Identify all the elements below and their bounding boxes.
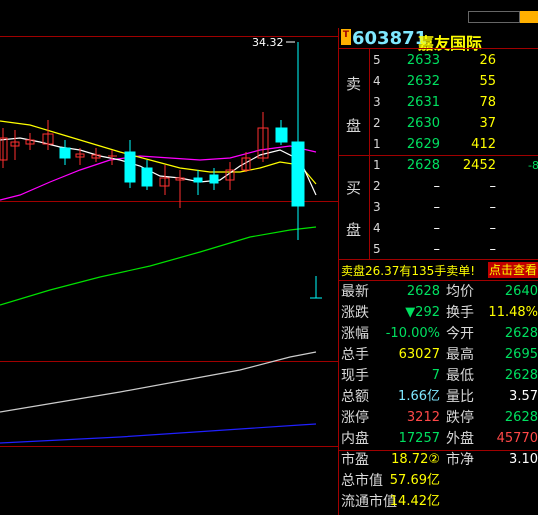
stat-value: 1.66亿	[398, 389, 440, 404]
order-volume: –	[489, 242, 497, 257]
stat-label: 最高	[446, 347, 474, 363]
stat-label: 涨停	[341, 410, 369, 426]
stat-value: 2628	[406, 284, 440, 299]
view-details-button[interactable]: 点击查看	[488, 262, 538, 278]
order-price: 2632	[406, 74, 440, 89]
fundamental-value: 14.42亿	[389, 494, 440, 509]
candlestick-chart[interactable]: 34.32	[0, 0, 338, 515]
stat-label: 量比	[446, 389, 474, 405]
stat-value: 7	[431, 368, 440, 383]
order-level: 5	[373, 53, 381, 67]
stat-label: 总手	[341, 347, 369, 363]
order-volume: 78	[479, 95, 496, 110]
stat-label: 内盘	[341, 431, 369, 447]
stat-value: 2628	[504, 326, 538, 341]
stat-label: 最新	[341, 284, 369, 300]
stat-label: 总额	[341, 389, 369, 405]
stat-label: 换手	[446, 305, 474, 321]
order-level: 4	[373, 221, 381, 235]
stat-label: 涨跌	[341, 305, 369, 321]
order-volume: 37	[479, 116, 496, 131]
order-price: –	[433, 179, 441, 194]
order-volume: –	[489, 221, 497, 236]
order-volume: 55	[479, 74, 496, 89]
order-level: 3	[373, 95, 381, 109]
ma60-line	[0, 226, 317, 306]
stat-label: 跌停	[446, 410, 474, 426]
order-level: 5	[373, 242, 381, 256]
fundamental-label: 总市值	[341, 473, 383, 489]
stat-label: 今开	[446, 326, 474, 342]
order-price: 2629	[406, 137, 440, 152]
order-level: 1	[373, 137, 381, 151]
order-price: 2631	[406, 95, 440, 110]
order-price: 2633	[406, 53, 440, 68]
order-level: 2	[373, 116, 381, 130]
sell-alert-message: 卖盘26.37有135手卖单!	[341, 264, 476, 278]
order-level: 2	[373, 179, 381, 193]
stat-value: 11.48%	[488, 305, 538, 320]
stat-label: 最低	[446, 368, 474, 384]
fundamental-label: 市净	[446, 452, 474, 468]
buy-label: 盘	[346, 221, 362, 239]
candle-down	[59, 42, 305, 240]
stat-label: 现手	[341, 368, 369, 384]
candles	[0, 42, 305, 240]
order-volume: 412	[471, 137, 496, 152]
order-level: 3	[373, 200, 381, 214]
stat-value: 3212	[406, 410, 440, 425]
fundamental-value: 57.69亿	[389, 473, 440, 488]
order-price: 2628	[406, 158, 440, 173]
fundamental-value: 3.10	[509, 452, 538, 467]
stat-value: 17257	[398, 431, 440, 446]
toolbar-box	[468, 11, 520, 23]
stat-label: 均价	[446, 284, 474, 300]
stat-value: 2640	[504, 284, 538, 299]
sell-label: 卖	[346, 75, 362, 93]
stat-label: 外盘	[446, 431, 474, 447]
order-volume: 26	[479, 53, 496, 68]
divider	[369, 48, 370, 259]
fundamental-value: 18.72②	[391, 452, 440, 467]
buy-label: 买	[346, 179, 362, 197]
stat-value: -10.00%	[385, 326, 440, 341]
stat-value: ▼292	[405, 305, 440, 320]
order-change: -8	[528, 159, 538, 172]
sell-label: 盘	[346, 117, 362, 135]
ma250-line	[0, 423, 317, 444]
fundamental-label: 市盈	[341, 452, 369, 468]
peak-label: 34.32	[252, 36, 284, 49]
divider	[339, 280, 538, 281]
order-price: –	[433, 200, 441, 215]
stat-value: 2628	[504, 368, 538, 383]
order-price: –	[433, 221, 441, 236]
stat-value: 63027	[398, 347, 440, 362]
order-price: –	[433, 242, 441, 257]
order-volume: 2452	[462, 158, 496, 173]
order-level: 4	[373, 74, 381, 88]
divider	[339, 259, 538, 260]
order-volume: –	[489, 200, 497, 215]
order-price: 2630	[406, 116, 440, 131]
stat-value: 2628	[504, 410, 538, 425]
ma5-line	[0, 137, 317, 196]
ma20-line	[0, 145, 317, 201]
order-level: 1	[373, 158, 381, 172]
stat-value: 3.57	[509, 389, 538, 404]
toolbar-indicator	[520, 11, 538, 23]
stat-value: 45770	[496, 431, 538, 446]
order-volume: –	[489, 179, 497, 194]
stat-value: 2695	[504, 347, 538, 362]
stat-label: 涨幅	[341, 326, 369, 342]
